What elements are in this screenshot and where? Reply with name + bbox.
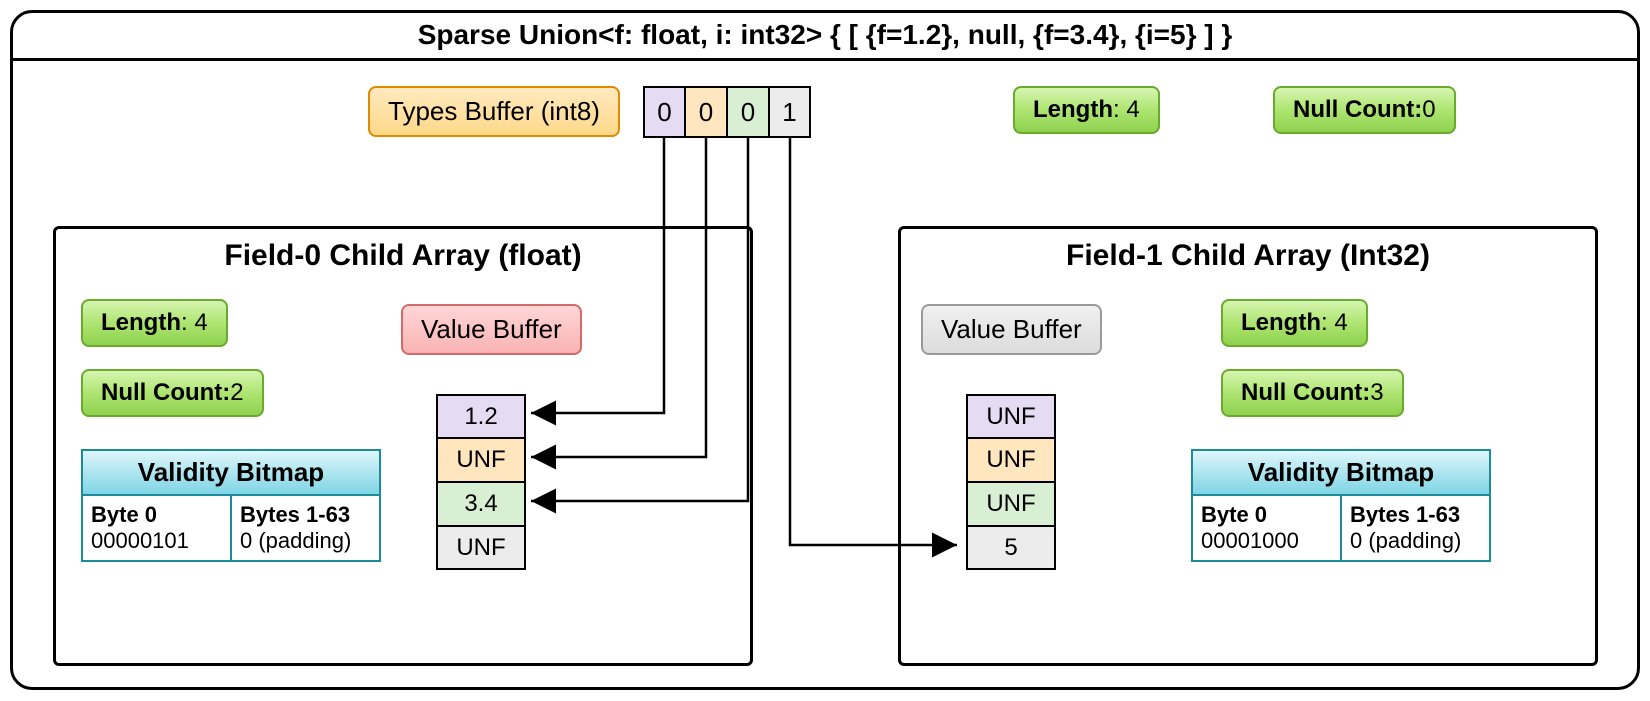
child0-valuebuffer-label: Value Buffer: [401, 304, 582, 355]
child1-vb-col1-v: 0 (padding): [1350, 528, 1481, 554]
child1-validity-bitmap: Validity Bitmap Byte 0 00001000 Bytes 1-…: [1191, 449, 1491, 562]
child0-value-1: UNF: [436, 438, 526, 482]
child1-nullcount-value: 3: [1370, 379, 1383, 407]
child1-value-2: UNF: [966, 482, 1056, 526]
child0-vb-col1-v: 0 (padding): [240, 528, 371, 554]
child0-length-value: : 4: [181, 309, 208, 337]
union-nullcount-badge: Null Count: 0: [1273, 86, 1456, 134]
union-length-badge: Length: 4: [1013, 86, 1160, 134]
child0-length-label: Length: [101, 309, 181, 337]
types-cell-2: 0: [727, 86, 769, 138]
child0-title: Field-0 Child Array (float): [56, 229, 750, 287]
child0-validity-bitmap: Validity Bitmap Byte 0 00000101 Bytes 1-…: [81, 449, 381, 562]
child1-values-stack: UNF UNF UNF 5: [966, 394, 1056, 570]
child1-length-label: Length: [1241, 309, 1321, 337]
types-buffer-label: Types Buffer (int8): [368, 86, 620, 137]
diagram-frame: Sparse Union<f: float, i: int32> { [ {f=…: [10, 10, 1640, 690]
child0-vb-col1-h: Bytes 1-63: [240, 502, 371, 528]
child0-nullcount-badge: Null Count: 2: [81, 369, 264, 417]
child0-panel: Field-0 Child Array (float) Length: 4 Nu…: [53, 226, 753, 666]
child1-panel: Field-1 Child Array (Int32) Value Buffer…: [898, 226, 1598, 666]
diagram-body: Types Buffer (int8) 0 0 0 1 Length: 4 Nu…: [13, 61, 1637, 687]
child1-vb-col0-v: 00001000: [1201, 528, 1332, 554]
child0-value-3: UNF: [436, 526, 526, 570]
child0-vb-col0-h: Byte 0: [91, 502, 222, 528]
child1-value-3: 5: [966, 526, 1056, 570]
child1-vb-col0-h: Byte 0: [1201, 502, 1332, 528]
child0-nullcount-value: 2: [230, 379, 243, 407]
child0-vb-col0-v: 00000101: [91, 528, 222, 554]
child1-vb-col1-h: Bytes 1-63: [1350, 502, 1481, 528]
child0-value-0: 1.2: [436, 394, 526, 438]
child1-value-0: UNF: [966, 394, 1056, 438]
union-nullcount-value: 0: [1422, 96, 1435, 124]
types-cell-3: 1: [769, 86, 811, 138]
child0-length-badge: Length: 4: [81, 299, 228, 347]
child1-vb-title: Validity Bitmap: [1193, 451, 1489, 496]
child0-value-2: 3.4: [436, 482, 526, 526]
child1-length-value: : 4: [1321, 309, 1348, 337]
union-length-label: Length: [1033, 96, 1113, 124]
union-length-value: : 4: [1113, 96, 1140, 124]
child1-title: Field-1 Child Array (Int32): [901, 229, 1595, 287]
types-cell-0: 0: [643, 86, 685, 138]
types-cell-1: 0: [685, 86, 727, 138]
child1-length-badge: Length: 4: [1221, 299, 1368, 347]
union-nullcount-label: Null Count:: [1293, 96, 1422, 124]
child0-nullcount-label: Null Count:: [101, 379, 230, 407]
types-buffer-cells: 0 0 0 1: [643, 86, 811, 138]
child1-value-1: UNF: [966, 438, 1056, 482]
child0-values-stack: 1.2 UNF 3.4 UNF: [436, 394, 526, 570]
child1-valuebuffer-label: Value Buffer: [921, 304, 1102, 355]
child1-nullcount-label: Null Count:: [1241, 379, 1370, 407]
child1-nullcount-badge: Null Count: 3: [1221, 369, 1404, 417]
diagram-title: Sparse Union<f: float, i: int32> { [ {f=…: [13, 13, 1637, 61]
child0-vb-title: Validity Bitmap: [83, 451, 379, 496]
